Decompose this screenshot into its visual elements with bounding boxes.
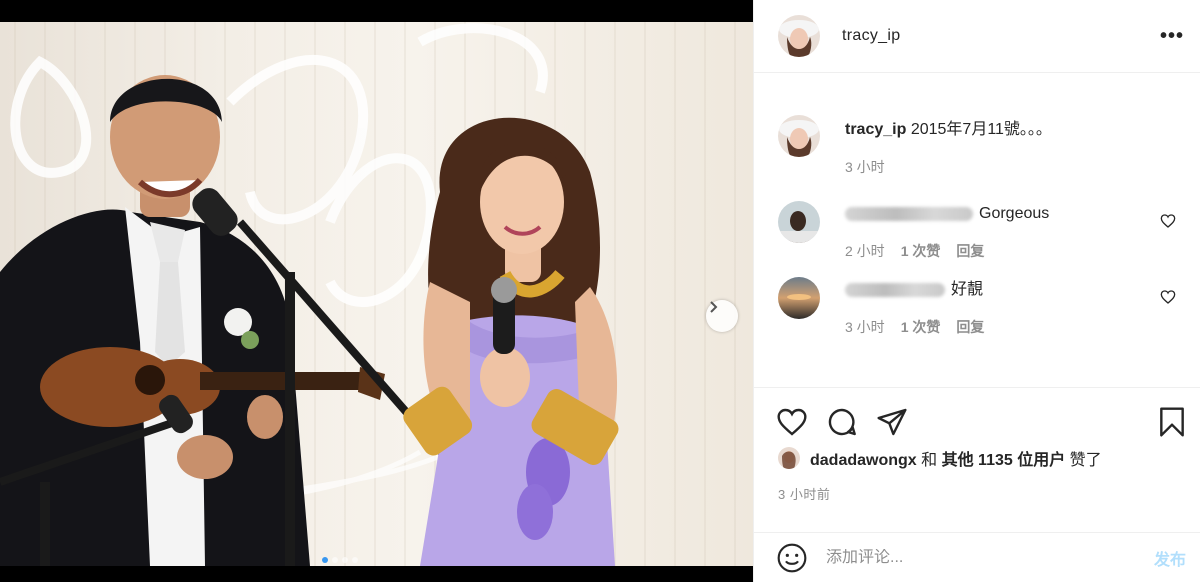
- comment-item: 好靚 3 小时 1 次赞 回复: [778, 277, 1176, 337]
- comment-text: Gorgeous: [979, 205, 1050, 222]
- caption: tracy_ip 2015年7月11號。。。 3 小时: [778, 115, 1176, 177]
- comment-input[interactable]: [826, 548, 1154, 567]
- photo-pane: [0, 0, 753, 582]
- comment-item: Gorgeous 2 小时 1 次赞 回复: [778, 201, 1176, 261]
- post-modal: tracy_ip ••• tracy_ip 2015年7月11號。。。 3 小时…: [0, 0, 1200, 582]
- heart-icon[interactable]: [776, 406, 808, 438]
- caption-avatar[interactable]: [778, 115, 820, 157]
- comment-likes[interactable]: 1 次赞: [901, 317, 941, 337]
- caption-username[interactable]: tracy_ip: [845, 121, 906, 138]
- carousel-dot: [332, 557, 338, 563]
- liker-username[interactable]: dadadawongx: [810, 452, 917, 469]
- bookmark-icon[interactable]: [1156, 406, 1188, 438]
- comment-like-icon[interactable]: [1160, 289, 1176, 305]
- reply-button[interactable]: 回复: [956, 241, 984, 261]
- post-comment-button[interactable]: 发布: [1154, 546, 1186, 570]
- emoji-icon[interactable]: [776, 542, 808, 574]
- photo-illustration: [0, 23, 619, 566]
- chevron-right-icon: [710, 301, 718, 313]
- more-options-icon[interactable]: •••: [1160, 25, 1184, 48]
- next-photo-button[interactable]: [706, 300, 738, 332]
- carousel-dot: [352, 557, 358, 563]
- post-header: tracy_ip •••: [754, 0, 1200, 73]
- comment-like-icon[interactable]: [1160, 213, 1176, 229]
- comment-time[interactable]: 2 小时: [845, 241, 885, 261]
- caption-time[interactable]: 3 小时: [845, 157, 885, 177]
- post-actions-section: dadadawongx 和 其他 1135 位用户 赞了 3 小时前: [754, 387, 1200, 503]
- redacted-username: [845, 206, 973, 221]
- author-avatar[interactable]: [778, 15, 820, 57]
- comment-likes[interactable]: 1 次赞: [901, 241, 941, 261]
- carousel-dot: [322, 557, 328, 563]
- carousel-indicator: [322, 557, 358, 563]
- post-side-panel: tracy_ip ••• tracy_ip 2015年7月11號。。。 3 小时…: [753, 0, 1200, 582]
- likes-others[interactable]: 其他 1135 位用户: [942, 452, 1066, 469]
- comment-time[interactable]: 3 小时: [845, 317, 885, 337]
- comment-icon[interactable]: [826, 406, 858, 438]
- commenter-avatar[interactable]: [778, 277, 820, 319]
- liker-avatar[interactable]: [778, 447, 800, 469]
- likes-suffix: 赞了: [1069, 452, 1102, 469]
- share-icon[interactable]: [876, 406, 908, 438]
- post-timestamp[interactable]: 3 小时前: [754, 484, 1200, 503]
- author-username[interactable]: tracy_ip: [842, 27, 900, 45]
- likes-conj: 和: [921, 452, 938, 469]
- carousel-dot: [342, 557, 348, 563]
- reply-button[interactable]: 回复: [956, 317, 984, 337]
- likes-summary: dadadawongx 和 其他 1135 位用户 赞了: [754, 446, 1200, 470]
- add-comment-bar: 发布: [754, 532, 1200, 582]
- commenter-avatar[interactable]: [778, 201, 820, 243]
- redacted-username: [845, 282, 945, 297]
- comment-text: 好靚: [951, 281, 984, 298]
- comments-list: tracy_ip 2015年7月11號。。。 3 小时 Gorgeous 2 小…: [754, 115, 1200, 337]
- post-photo[interactable]: [0, 22, 753, 566]
- caption-text: 2015年7月11號。。。: [910, 121, 1052, 138]
